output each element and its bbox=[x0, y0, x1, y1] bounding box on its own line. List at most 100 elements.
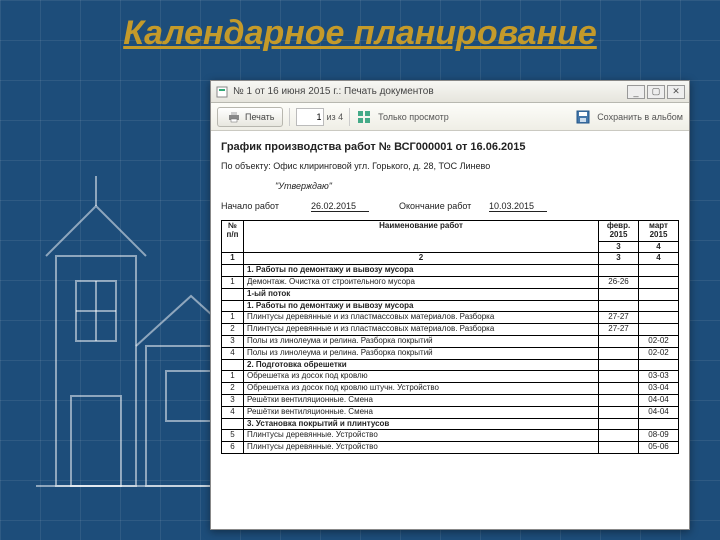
cell-name: 3. Установка покрытий и плинтусов bbox=[244, 418, 599, 430]
cell-month2: 04-04 bbox=[639, 406, 679, 418]
cell-month1 bbox=[599, 359, 639, 371]
cell-name: Плинтусы деревянные и из пластмассовых м… bbox=[244, 324, 599, 336]
cell-month1 bbox=[599, 418, 639, 430]
print-label: Печать bbox=[245, 112, 274, 122]
table-row: 1Обрешетка из досок под кровлю 03-03 bbox=[222, 371, 679, 383]
grid-icon[interactable] bbox=[356, 109, 372, 125]
print-button[interactable]: Печать bbox=[217, 107, 283, 127]
table-row: 2Плинтусы деревянные и из пластмассовых … bbox=[222, 324, 679, 336]
cell-month2 bbox=[639, 359, 679, 371]
cell-num: 1 bbox=[222, 312, 244, 324]
cell-name: Обрешетка из досок под кровлю штучн. Уст… bbox=[244, 383, 599, 395]
app-icon bbox=[215, 85, 229, 99]
head-sub3b: 3 bbox=[599, 253, 639, 265]
cell-month2 bbox=[639, 300, 679, 312]
end-value: 10.03.2015 bbox=[489, 201, 547, 212]
slide-title: Календарное планирование bbox=[0, 0, 720, 61]
doc-title: График производства работ № ВСГ000001 от… bbox=[221, 141, 679, 153]
col-sub3: 3 bbox=[599, 241, 639, 253]
page-control: из 4 bbox=[296, 108, 343, 126]
cell-num: 5 bbox=[222, 430, 244, 442]
document-page: График производства работ № ВСГ000001 от… bbox=[221, 139, 679, 454]
save-icon[interactable] bbox=[575, 109, 591, 125]
cell-num: 2 bbox=[222, 383, 244, 395]
cell-month1 bbox=[599, 288, 639, 300]
cell-month2: 03-04 bbox=[639, 383, 679, 395]
cell-num bbox=[222, 418, 244, 430]
col-name: Наименование работ bbox=[244, 221, 599, 253]
minimize-button[interactable]: _ bbox=[627, 85, 645, 99]
schedule-table: № п/п Наименование работ февр.2015 март2… bbox=[221, 220, 679, 454]
window-title: № 1 от 16 июня 2015 г.: Печать документо… bbox=[233, 86, 627, 97]
start-label: Начало работ bbox=[221, 201, 303, 212]
cell-month1: 26-26 bbox=[599, 276, 639, 288]
cell-name: Полы из линолеума и релина. Разборка пок… bbox=[244, 335, 599, 347]
table-row: 5Плинтусы деревянные. Устройство 08-09 bbox=[222, 430, 679, 442]
cell-num: 3 bbox=[222, 394, 244, 406]
close-button[interactable]: ✕ bbox=[667, 85, 685, 99]
table-row: 3Полы из линолеума и релина. Разборка по… bbox=[222, 335, 679, 347]
cell-month1 bbox=[599, 300, 639, 312]
table-row: 3. Установка покрытий и плинтусов bbox=[222, 418, 679, 430]
cell-month1 bbox=[599, 430, 639, 442]
document-area: График производства работ № ВСГ000001 от… bbox=[211, 131, 689, 529]
cell-month2 bbox=[639, 288, 679, 300]
cell-month1 bbox=[599, 335, 639, 347]
table-row: 1-ый поток bbox=[222, 288, 679, 300]
head-sub2: 2 bbox=[244, 253, 599, 265]
cell-month2: 05-06 bbox=[639, 442, 679, 454]
cell-month2: 08-09 bbox=[639, 430, 679, 442]
cell-month2 bbox=[639, 418, 679, 430]
cell-num bbox=[222, 265, 244, 277]
cell-month2: 02-02 bbox=[639, 347, 679, 359]
cell-name: 2. Подготовка обрешетки bbox=[244, 359, 599, 371]
cell-name: Плинтусы деревянные. Устройство bbox=[244, 430, 599, 442]
cell-num: 4 bbox=[222, 347, 244, 359]
cell-month1 bbox=[599, 347, 639, 359]
table-row: 4Полы из линолеума и релина. Разборка по… bbox=[222, 347, 679, 359]
page-input[interactable] bbox=[296, 108, 324, 126]
cell-month1: 27-27 bbox=[599, 312, 639, 324]
cell-num: 4 bbox=[222, 406, 244, 418]
cell-name: Демонтаж. Очистка от строительного мусор… bbox=[244, 276, 599, 288]
table-row: 2. Подготовка обрешетки bbox=[222, 359, 679, 371]
cell-num: 2 bbox=[222, 324, 244, 336]
cell-num: 3 bbox=[222, 335, 244, 347]
page-total: из 4 bbox=[326, 112, 343, 122]
toolbar: Печать из 4 Только просмотр Сохранить в … bbox=[211, 103, 689, 131]
table-row: 6Плинтусы деревянные. Устройство05-06 bbox=[222, 442, 679, 454]
app-window: № 1 от 16 июня 2015 г.: Печать документо… bbox=[210, 80, 690, 530]
cell-num: 1 bbox=[222, 276, 244, 288]
cell-name: Обрешетка из досок под кровлю bbox=[244, 371, 599, 383]
cell-num: 1 bbox=[222, 371, 244, 383]
cell-month1 bbox=[599, 442, 639, 454]
object-text: Офис клиринговой угл. Горького, д. 28, Т… bbox=[273, 161, 490, 171]
cell-month1 bbox=[599, 265, 639, 277]
cell-month2 bbox=[639, 265, 679, 277]
dates-block: Начало работ 26.02.2015 Окончание работ … bbox=[221, 201, 679, 212]
end-label: Окончание работ bbox=[399, 201, 481, 212]
readonly-label: Только просмотр bbox=[378, 112, 449, 122]
cell-month2: 02-02 bbox=[639, 335, 679, 347]
cell-month2 bbox=[639, 276, 679, 288]
maximize-button[interactable]: ▢ bbox=[647, 85, 665, 99]
cell-num bbox=[222, 288, 244, 300]
table-row: 1. Работы по демонтажу и вывозу мусора bbox=[222, 265, 679, 277]
table-row: 1. Работы по демонтажу и вывозу мусора bbox=[222, 300, 679, 312]
cell-num bbox=[222, 300, 244, 312]
cell-month2: 03-03 bbox=[639, 371, 679, 383]
table-row: 2Обрешетка из досок под кровлю штучн. Ус… bbox=[222, 383, 679, 395]
start-value: 26.02.2015 bbox=[311, 201, 369, 212]
head-sub4b: 4 bbox=[639, 253, 679, 265]
cell-name: Решётки вентиляционные. Смена bbox=[244, 406, 599, 418]
approve-text: "Утверждаю" bbox=[275, 181, 679, 191]
cell-name: Полы из линолеума и релина. Разборка пок… bbox=[244, 347, 599, 359]
head-sub1: 1 bbox=[222, 253, 244, 265]
table-row: 4Решётки вентиляционные. Смена 04-04 bbox=[222, 406, 679, 418]
cell-month1 bbox=[599, 383, 639, 395]
cell-num bbox=[222, 359, 244, 371]
table-row: 3Решётки вентиляционные. Смена04-04 bbox=[222, 394, 679, 406]
cell-month2: 04-04 bbox=[639, 394, 679, 406]
object-line: По объекту: Офис клиринговой угл. Горько… bbox=[221, 161, 679, 171]
table-row: 1Демонтаж. Очистка от строительного мусо… bbox=[222, 276, 679, 288]
